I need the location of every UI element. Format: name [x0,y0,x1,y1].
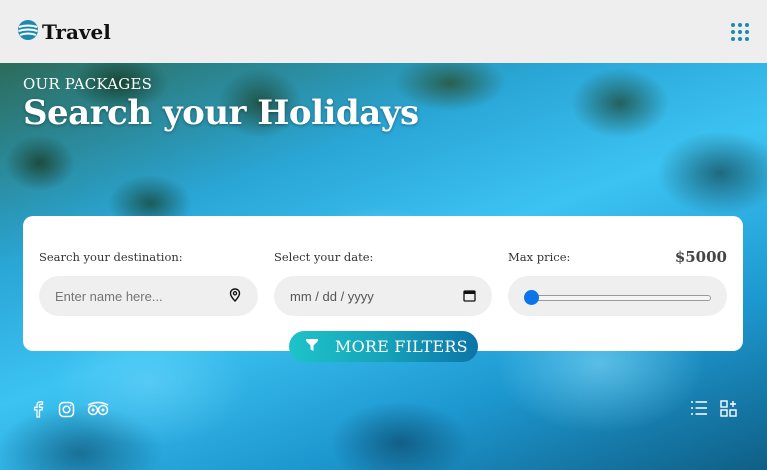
hero-section: OUR PACKAGES Search your Holidays Search… [0,63,767,470]
date-label: Select your date: [274,250,374,264]
grid-dots-icon[interactable] [731,22,749,41]
top-header: Travel [0,0,767,63]
destination-input[interactable] [55,288,205,304]
grid-add-icon[interactable] [720,400,737,417]
list-view-icon[interactable] [690,400,708,417]
instagram-icon[interactable] [58,401,75,418]
date-field: Select your date: mm / dd / yyyy [274,250,492,316]
max-price-value: $5000 [674,248,727,266]
destination-pill [39,276,258,316]
price-slider-pill [508,276,727,316]
calendar-icon[interactable] [463,287,476,306]
globe-icon [16,18,40,46]
destination-field: Search your destination: [39,250,258,316]
hero-subtitle: OUR PACKAGES [23,75,153,93]
date-input[interactable]: mm / dd / yyyy [274,276,492,316]
view-toggle [690,400,737,417]
social-links [30,400,109,418]
brand-name: Travel [42,19,111,44]
page-title: Search your Holidays [23,93,419,133]
location-pin-icon [228,287,242,306]
price-slider-thumb[interactable] [524,290,539,305]
brand[interactable]: Travel [16,18,111,46]
destination-label: Search your destination: [39,250,183,264]
more-filters-button[interactable]: MORE FILTERS [289,331,478,362]
more-filters-label: MORE FILTERS [335,337,468,356]
filter-icon [305,337,319,356]
date-placeholder: mm / dd / yyyy [290,288,374,304]
price-slider-track[interactable] [526,295,711,301]
facebook-icon[interactable] [30,400,46,418]
tripadvisor-icon[interactable] [87,401,109,417]
